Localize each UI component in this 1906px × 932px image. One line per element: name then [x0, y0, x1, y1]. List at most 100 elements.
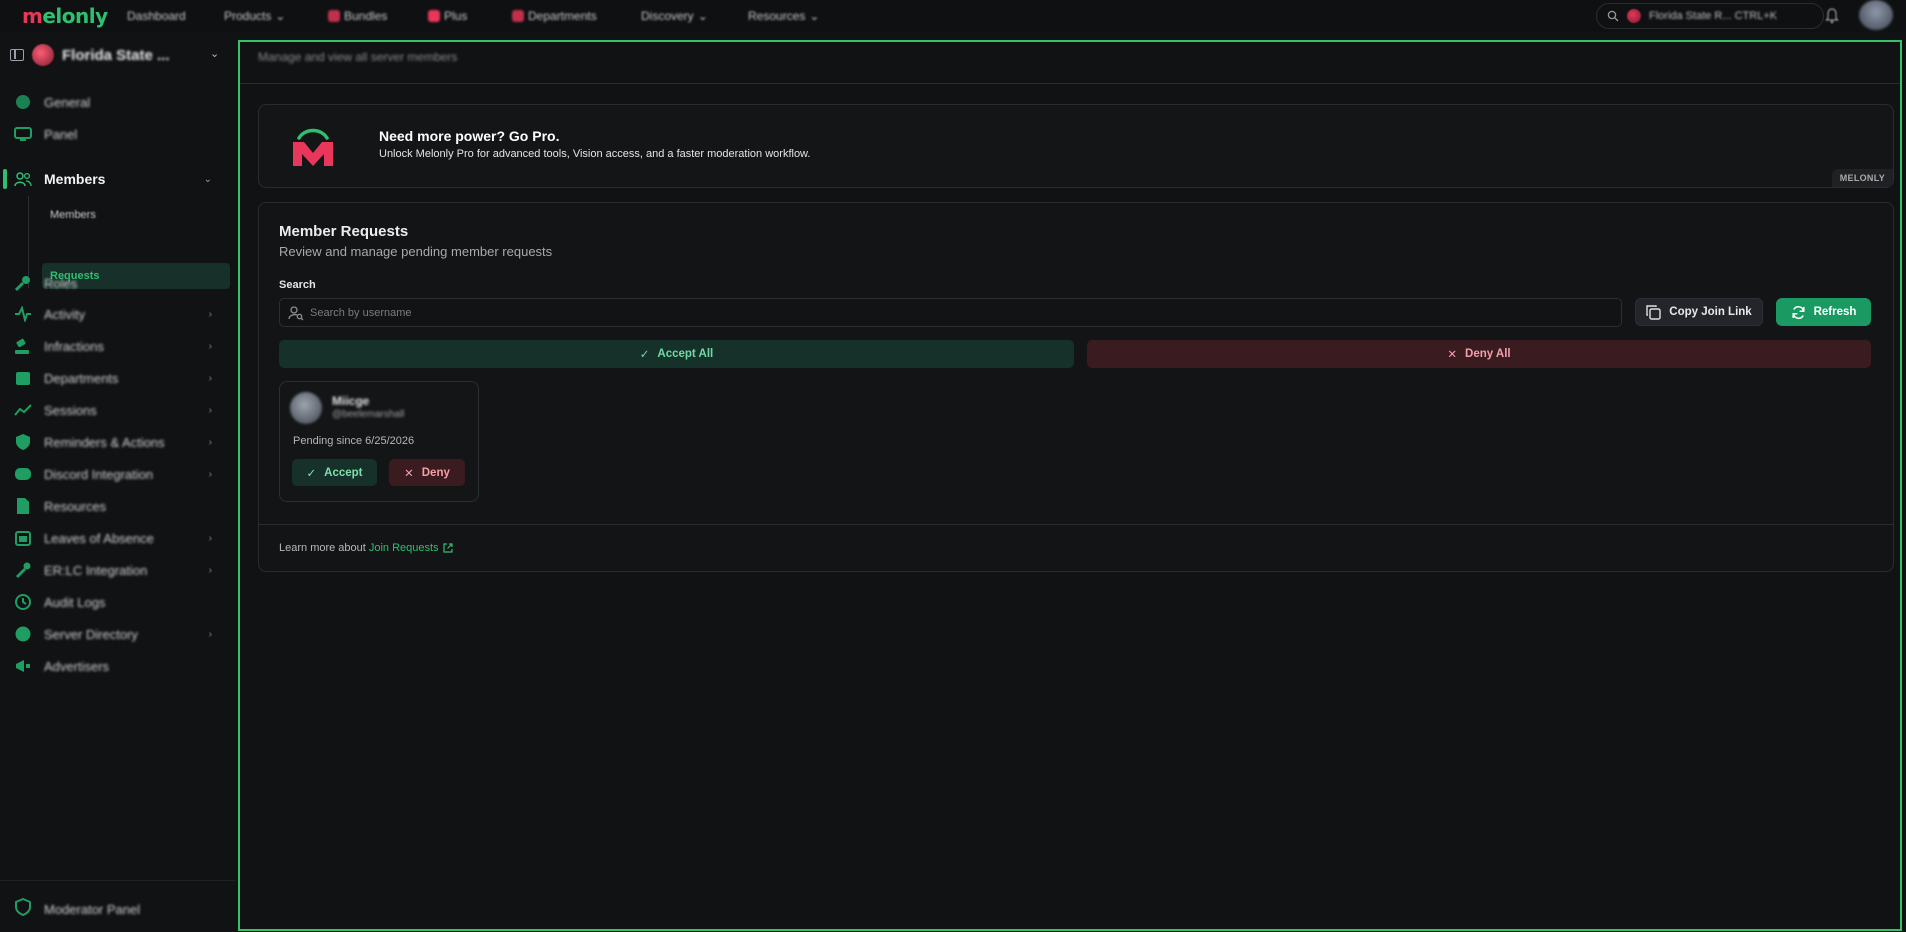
- chevron-right-icon: ›: [208, 340, 212, 352]
- user-avatar[interactable]: [1859, 0, 1893, 30]
- chevron-down-icon: ⌄: [203, 173, 212, 185]
- check-icon: ✓: [306, 467, 317, 480]
- wrench-icon: [14, 561, 32, 579]
- globe-icon: [14, 93, 32, 111]
- chevron-right-icon: ›: [208, 564, 212, 576]
- external-link-icon: [442, 543, 453, 553]
- chevron-down-icon: ⌄: [210, 48, 220, 60]
- check-icon: ✓: [639, 349, 650, 361]
- chevron-right-icon: ›: [208, 628, 212, 640]
- history-icon: [14, 593, 32, 611]
- refresh-icon: [1792, 305, 1805, 319]
- top-bar: melonly Dashboard Products ⌄ Bundles Plus…: [0, 0, 1906, 32]
- pro-promo-banner[interactable]: Need more power? Go Pro. Unlock Melonly …: [258, 104, 1894, 188]
- close-icon: ✕: [404, 467, 414, 480]
- sidebar-item-panel[interactable]: Panel: [14, 123, 226, 145]
- chevron-down-icon: ⌄: [809, 9, 820, 23]
- sidebar-subitem-members[interactable]: Members: [42, 202, 230, 228]
- nav-departments[interactable]: Departments: [512, 9, 597, 23]
- request-username: Miicge: [332, 394, 370, 408]
- sidebar-item-reminders[interactable]: Reminders & Actions ›: [14, 431, 226, 453]
- moderator-panel-link[interactable]: Moderator Panel: [14, 897, 140, 921]
- card-subtitle: Review and manage pending member request…: [279, 244, 553, 259]
- search-field[interactable]: [279, 298, 1622, 327]
- sidebar-item-audit-logs[interactable]: Audit Logs: [14, 591, 226, 613]
- sidebar-item-advertisers[interactable]: Advertisers: [14, 655, 226, 677]
- learn-more: Learn more about Join Requests: [279, 542, 453, 554]
- header-divider: [240, 83, 1900, 84]
- nav-bundles[interactable]: Bundles: [328, 9, 387, 23]
- accept-all-button[interactable]: ✓ Accept All: [279, 340, 1074, 368]
- sidebar-item-resources[interactable]: Resources: [14, 495, 226, 517]
- search-icon: [1607, 10, 1619, 22]
- sidebar-item-loa[interactable]: Leaves of Absence ›: [14, 527, 226, 549]
- sidebar-item-departments[interactable]: Departments ›: [14, 367, 226, 389]
- nav-dashboard[interactable]: Dashboard: [127, 9, 186, 23]
- melonly-pro-logo-icon: [293, 128, 333, 166]
- member-requests-card: Member Requests Review and manage pendin…: [258, 202, 1894, 572]
- building-icon: [14, 369, 32, 387]
- request-handle: @beelemarshall: [332, 409, 405, 420]
- sidebar-item-discord[interactable]: Discord Integration ›: [14, 463, 226, 485]
- server-avatar-icon: [1627, 9, 1641, 23]
- chevron-right-icon: ›: [208, 436, 212, 448]
- server-search[interactable]: Florida State R... CTRL+K: [1596, 3, 1824, 29]
- copy-icon: [1646, 304, 1661, 320]
- sidebar-item-sessions[interactable]: Sessions ›: [14, 399, 226, 421]
- monitor-icon: [14, 125, 32, 143]
- sidebar-item-infractions[interactable]: Infractions ›: [14, 335, 226, 357]
- activity-icon: [14, 305, 32, 323]
- shield-icon: [14, 897, 32, 921]
- chevron-right-icon: ›: [208, 404, 212, 416]
- sidebar-divider: [0, 880, 236, 881]
- melonly-badge: MELONLY: [1831, 169, 1893, 187]
- chevron-down-icon: ⌄: [697, 9, 708, 23]
- megaphone-icon: [14, 657, 32, 675]
- join-requests-link[interactable]: Join Requests: [369, 542, 453, 554]
- chart-icon: [14, 401, 32, 419]
- bell-icon[interactable]: [1825, 8, 1839, 24]
- nav-resources[interactable]: Resources ⌄: [748, 9, 819, 23]
- melonly-logo[interactable]: melonly: [22, 4, 108, 28]
- sidebar-item-erlc[interactable]: ER:LC Integration ›: [14, 559, 226, 581]
- chevron-right-icon: ›: [208, 468, 212, 480]
- deny-button[interactable]: ✕ Deny: [389, 459, 465, 486]
- request-card: Miicge @beelemarshall Pending since 6/25…: [279, 381, 479, 502]
- sidebar-item-server-directory[interactable]: Server Directory ›: [14, 623, 226, 645]
- nav-discovery[interactable]: Discovery ⌄: [641, 9, 708, 23]
- main-content: Manage and view all server members Need …: [238, 40, 1902, 931]
- chevron-right-icon: ›: [208, 308, 212, 320]
- avatar: [290, 392, 322, 424]
- copy-join-link-button[interactable]: Copy Join Link: [1635, 298, 1763, 326]
- compass-icon: [14, 625, 32, 643]
- promo-text: Unlock Melonly Pro for advanced tools, V…: [379, 148, 811, 160]
- user-search-icon: [288, 305, 304, 320]
- discord-icon: [14, 465, 32, 483]
- sidebar: Florida State ... ⌄ General Panel Member…: [0, 32, 236, 932]
- nav-products[interactable]: Products ⌄: [224, 9, 285, 23]
- card-divider: [259, 524, 1893, 525]
- sidebar-item-general[interactable]: General: [14, 91, 226, 113]
- sidebar-collapse-icon[interactable]: [10, 49, 24, 61]
- promo-title: Need more power? Go Pro.: [379, 128, 560, 144]
- sidebar-item-activity[interactable]: Activity ›: [14, 303, 226, 325]
- gavel-icon: [14, 337, 32, 355]
- chevron-right-icon: ›: [208, 532, 212, 544]
- accept-button[interactable]: ✓ Accept: [292, 459, 377, 486]
- nav-plus[interactable]: Plus: [428, 9, 467, 23]
- sidebar-item-members[interactable]: Members ⌄: [14, 168, 226, 190]
- refresh-button[interactable]: Refresh: [1776, 298, 1871, 326]
- active-indicator: [3, 169, 7, 189]
- bundles-icon: [328, 10, 340, 22]
- departments-icon: [512, 10, 524, 22]
- server-switcher[interactable]: Florida State ... ⌄: [10, 40, 230, 70]
- chevron-right-icon: ›: [208, 372, 212, 384]
- close-icon: ✕: [1447, 349, 1458, 361]
- sidebar-item-roles[interactable]: Roles: [14, 272, 226, 294]
- deny-all-button[interactable]: ✕ Deny All: [1087, 340, 1871, 368]
- calendar-icon: [14, 529, 32, 547]
- request-pending-date: Pending since 6/25/2026: [293, 435, 415, 447]
- key-icon: [14, 274, 32, 292]
- search-input[interactable]: [310, 306, 1610, 319]
- chevron-down-icon: ⌄: [275, 9, 286, 23]
